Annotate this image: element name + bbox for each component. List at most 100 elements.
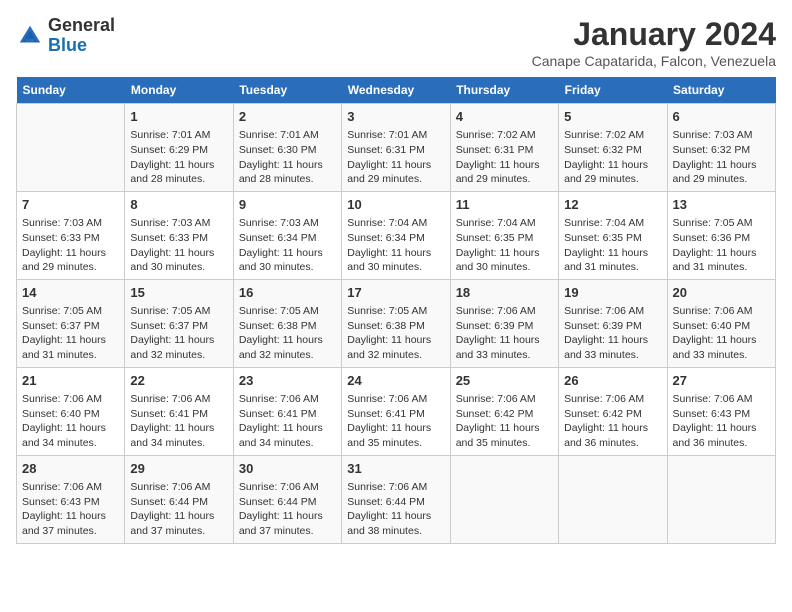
- calendar-day-cell: 29Sunrise: 7:06 AMSunset: 6:44 PMDayligh…: [125, 455, 233, 543]
- calendar-day-cell: 18 Sunrise: 7:06 AMSunset: 6:39 PMDayligh…: [450, 279, 558, 367]
- day-number: 24: [347, 372, 444, 390]
- day-info: Daylight: 11 hours and 34 minutes.: [130, 421, 227, 450]
- day-info: Sunrise: 7:03 AM: [239, 216, 336, 231]
- day-info: Daylight: 11 hours and 37 minutes.: [22, 509, 119, 538]
- weekday-header-cell: Sunday: [17, 77, 125, 104]
- day-info: Daylight: 11 hours and 30 minutes.: [456, 246, 553, 275]
- day-info: Sunrise: 7:05 AM: [239, 304, 336, 319]
- calendar-day-cell: 28Sunrise: 7:06 AMSunset: 6:43 PMDayligh…: [17, 455, 125, 543]
- day-info: Sunset: 6:40 PM: [673, 319, 770, 334]
- logo-icon: [16, 22, 44, 50]
- calendar-day-cell: 19Sunrise: 7:06 AMSunset: 6:39 PMDayligh…: [559, 279, 667, 367]
- weekday-header-cell: Monday: [125, 77, 233, 104]
- day-info: Sunrise: 7:05 AM: [347, 304, 444, 319]
- calendar-day-cell: 24Sunrise: 7:06 AMSunset: 6:41 PMDayligh…: [342, 367, 450, 455]
- day-info: Sunset: 6:29 PM: [130, 143, 227, 158]
- day-info: Sunset: 6:41 PM: [130, 407, 227, 422]
- day-info: Sunset: 6:40 PM: [22, 407, 119, 422]
- calendar-day-cell: 11Sunrise: 7:04 AMSunset: 6:35 PMDayligh…: [450, 191, 558, 279]
- day-info: Sunset: 6:31 PM: [456, 143, 553, 158]
- calendar-week-row: 28Sunrise: 7:06 AMSunset: 6:43 PMDayligh…: [17, 455, 776, 543]
- calendar-table: SundayMondayTuesdayWednesdayThursdayFrid…: [16, 77, 776, 544]
- day-info: Sunset: 6:43 PM: [22, 495, 119, 510]
- day-number: 25: [456, 372, 553, 390]
- day-info: Sunrise: 7:06 AM: [130, 392, 227, 407]
- day-info: Daylight: 11 hours and 29 minutes.: [564, 158, 661, 187]
- day-info: Daylight: 11 hours and 28 minutes.: [130, 158, 227, 187]
- day-info: Sunrise: 7:04 AM: [347, 216, 444, 231]
- day-info: Sunset: 6:42 PM: [564, 407, 661, 422]
- day-info: Sunrise: 7:05 AM: [673, 216, 770, 231]
- day-number: 19: [564, 284, 661, 302]
- calendar-day-cell: 14Sunrise: 7:05 AMSunset: 6:37 PMDayligh…: [17, 279, 125, 367]
- day-number: 2: [239, 108, 336, 126]
- day-info: Daylight: 11 hours and 35 minutes.: [456, 421, 553, 450]
- calendar-day-cell: 30Sunrise: 7:06 AMSunset: 6:44 PMDayligh…: [233, 455, 341, 543]
- day-info: Sunrise: 7:06 AM: [456, 304, 553, 319]
- day-info: Daylight: 11 hours and 30 minutes.: [130, 246, 227, 275]
- day-info: Daylight: 11 hours and 36 minutes.: [673, 421, 770, 450]
- calendar-day-cell: [17, 104, 125, 192]
- calendar-day-cell: 27Sunrise: 7:06 AMSunset: 6:43 PMDayligh…: [667, 367, 775, 455]
- day-info: Sunset: 6:42 PM: [456, 407, 553, 422]
- weekday-header-row: SundayMondayTuesdayWednesdayThursdayFrid…: [17, 77, 776, 104]
- day-number: 1: [130, 108, 227, 126]
- month-title: January 2024: [532, 16, 776, 53]
- day-number: 4: [456, 108, 553, 126]
- day-info: Sunset: 6:39 PM: [456, 319, 553, 334]
- day-info: Sunset: 6:35 PM: [456, 231, 553, 246]
- day-info: Sunset: 6:33 PM: [22, 231, 119, 246]
- calendar-day-cell: 31Sunrise: 7:06 AMSunset: 6:44 PMDayligh…: [342, 455, 450, 543]
- day-info: Daylight: 11 hours and 33 minutes.: [456, 333, 553, 362]
- day-info: Sunset: 6:44 PM: [347, 495, 444, 510]
- day-info: Sunset: 6:37 PM: [22, 319, 119, 334]
- calendar-day-cell: 13Sunrise: 7:05 AMSunset: 6:36 PMDayligh…: [667, 191, 775, 279]
- calendar-day-cell: 12Sunrise: 7:04 AMSunset: 6:35 PMDayligh…: [559, 191, 667, 279]
- day-info: Sunset: 6:34 PM: [239, 231, 336, 246]
- day-info: Sunrise: 7:04 AM: [456, 216, 553, 231]
- day-info: Sunrise: 7:06 AM: [130, 480, 227, 495]
- day-info: Sunset: 6:43 PM: [673, 407, 770, 422]
- day-number: 20: [673, 284, 770, 302]
- title-block: January 2024 Canape Capatarida, Falcon, …: [532, 16, 776, 69]
- day-info: Daylight: 11 hours and 32 minutes.: [239, 333, 336, 362]
- day-info: Daylight: 11 hours and 29 minutes.: [22, 246, 119, 275]
- calendar-week-row: 14Sunrise: 7:05 AMSunset: 6:37 PMDayligh…: [17, 279, 776, 367]
- day-info: Daylight: 11 hours and 34 minutes.: [22, 421, 119, 450]
- day-info: Sunrise: 7:06 AM: [239, 392, 336, 407]
- calendar-body: 1Sunrise: 7:01 AMSunset: 6:29 PMDaylight…: [17, 104, 776, 544]
- day-number: 22: [130, 372, 227, 390]
- day-info: Sunset: 6:31 PM: [347, 143, 444, 158]
- calendar-day-cell: 1 Sunrise: 7:01 AMSunset: 6:29 PMDaylight…: [125, 104, 233, 192]
- calendar-day-cell: 4Sunrise: 7:02 AMSunset: 6:31 PMDaylight…: [450, 104, 558, 192]
- day-info: Daylight: 11 hours and 37 minutes.: [239, 509, 336, 538]
- day-info: Daylight: 11 hours and 33 minutes.: [673, 333, 770, 362]
- day-info: Sunrise: 7:06 AM: [347, 480, 444, 495]
- weekday-header-cell: Thursday: [450, 77, 558, 104]
- logo: General Blue: [16, 16, 115, 56]
- calendar-day-cell: 21Sunrise: 7:06 AMSunset: 6:40 PMDayligh…: [17, 367, 125, 455]
- day-info: Daylight: 11 hours and 31 minutes.: [564, 246, 661, 275]
- day-number: 31: [347, 460, 444, 478]
- day-info: Sunset: 6:38 PM: [347, 319, 444, 334]
- day-number: 16: [239, 284, 336, 302]
- day-info: Sunset: 6:30 PM: [239, 143, 336, 158]
- day-info: Sunset: 6:38 PM: [239, 319, 336, 334]
- day-info: Sunrise: 7:01 AM: [130, 128, 227, 143]
- calendar-day-cell: 3Sunrise: 7:01 AMSunset: 6:31 PMDaylight…: [342, 104, 450, 192]
- day-number: 26: [564, 372, 661, 390]
- calendar-day-cell: 26Sunrise: 7:06 AMSunset: 6:42 PMDayligh…: [559, 367, 667, 455]
- page-header: General Blue January 2024 Canape Capatar…: [16, 16, 776, 69]
- day-number: 8: [130, 196, 227, 214]
- day-info: Daylight: 11 hours and 30 minutes.: [347, 246, 444, 275]
- day-number: 30: [239, 460, 336, 478]
- day-number: 28: [22, 460, 119, 478]
- day-info: Sunset: 6:33 PM: [130, 231, 227, 246]
- calendar-week-row: 7Sunrise: 7:03 AMSunset: 6:33 PMDaylight…: [17, 191, 776, 279]
- day-number: 18: [456, 284, 553, 302]
- day-number: 15: [130, 284, 227, 302]
- logo-text: General Blue: [48, 16, 115, 56]
- calendar-day-cell: 25Sunrise: 7:06 AMSunset: 6:42 PMDayligh…: [450, 367, 558, 455]
- calendar-day-cell: 10Sunrise: 7:04 AMSunset: 6:34 PMDayligh…: [342, 191, 450, 279]
- day-info: Sunset: 6:36 PM: [673, 231, 770, 246]
